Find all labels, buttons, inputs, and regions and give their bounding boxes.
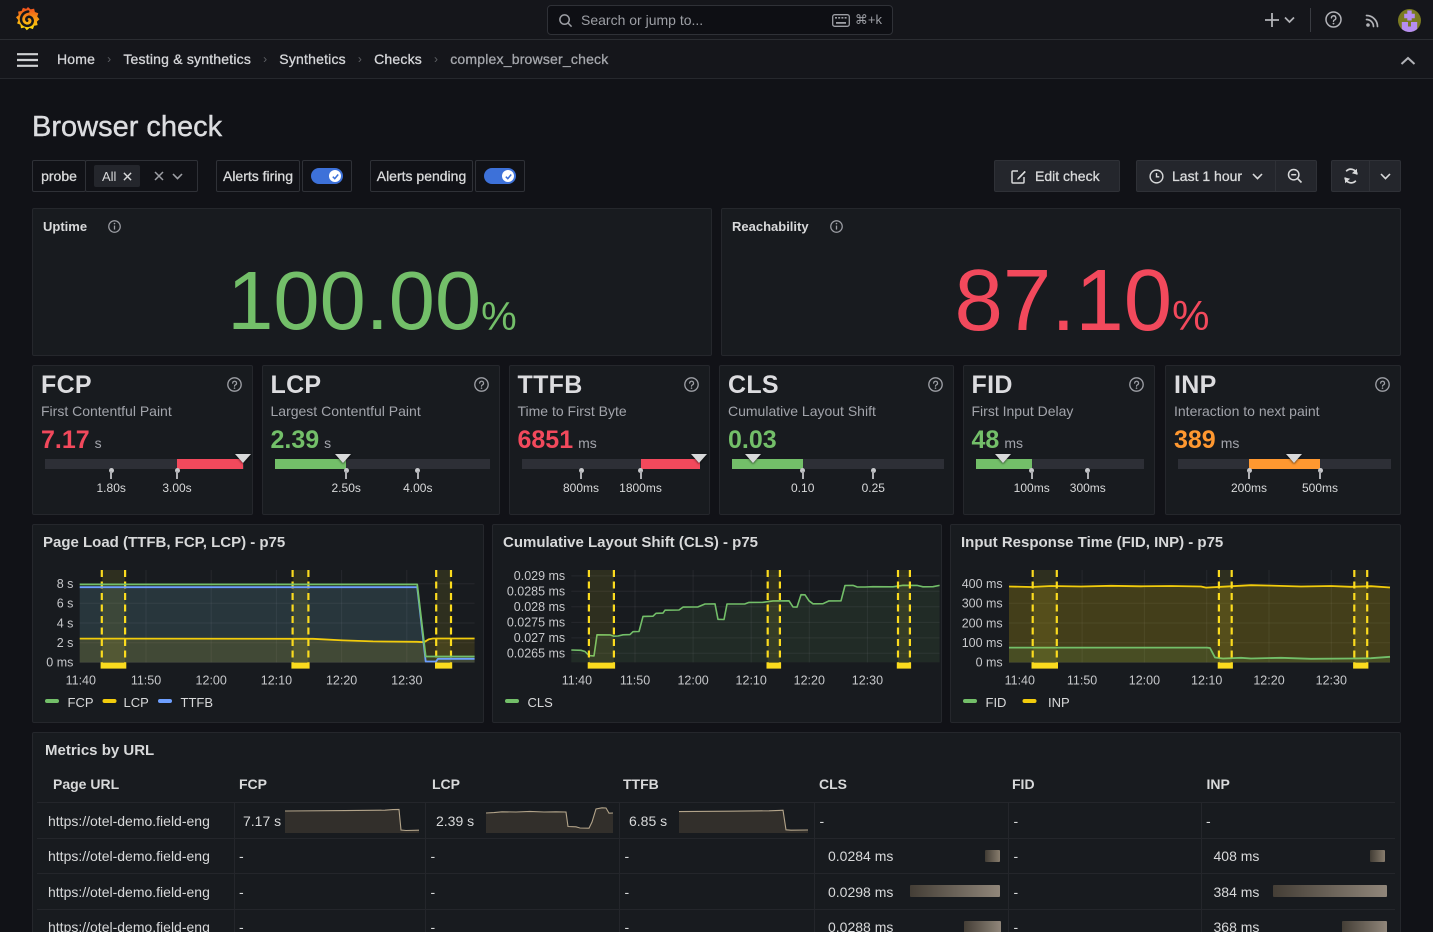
svg-text:LCP: LCP — [124, 695, 149, 710]
svg-text:11:40: 11:40 — [1005, 674, 1035, 688]
svg-text:100 ms: 100 ms — [962, 636, 1003, 650]
svg-text:0.029 ms: 0.029 ms — [514, 569, 565, 583]
svg-text:TTFB: TTFB — [181, 695, 214, 710]
svg-text:0.0275 ms: 0.0275 ms — [507, 616, 565, 630]
svg-text:12:30: 12:30 — [391, 674, 422, 688]
svg-text:11:50: 11:50 — [131, 674, 161, 688]
svg-text:0.028 ms: 0.028 ms — [514, 600, 565, 614]
svg-text:FCP: FCP — [68, 695, 94, 710]
svg-text:12:10: 12:10 — [1191, 674, 1222, 688]
svg-text:2 s: 2 s — [57, 636, 74, 650]
svg-text:200 ms: 200 ms — [962, 616, 1003, 630]
svg-text:0 ms: 0 ms — [976, 656, 1003, 670]
svg-text:400 ms: 400 ms — [962, 577, 1003, 591]
svg-text:300 ms: 300 ms — [962, 597, 1003, 611]
svg-text:11:50: 11:50 — [620, 674, 650, 688]
svg-text:FID: FID — [986, 695, 1007, 710]
svg-text:12:30: 12:30 — [1316, 674, 1347, 688]
svg-text:12:00: 12:00 — [677, 674, 708, 688]
svg-text:0.027 ms: 0.027 ms — [514, 631, 565, 645]
svg-text:12:00: 12:00 — [1129, 674, 1160, 688]
svg-text:12:20: 12:20 — [326, 674, 357, 688]
svg-text:11:40: 11:40 — [66, 674, 96, 688]
svg-text:INP: INP — [1048, 695, 1070, 710]
svg-text:12:10: 12:10 — [736, 674, 767, 688]
svg-text:6 s: 6 s — [57, 597, 74, 611]
svg-text:4 s: 4 s — [57, 616, 74, 630]
svg-text:12:20: 12:20 — [794, 674, 825, 688]
svg-text:12:20: 12:20 — [1253, 674, 1284, 688]
svg-text:12:30: 12:30 — [852, 674, 883, 688]
svg-text:8 s: 8 s — [57, 577, 74, 591]
svg-text:11:40: 11:40 — [562, 674, 592, 688]
svg-text:0.0265 ms: 0.0265 ms — [507, 647, 565, 661]
svg-text:12:10: 12:10 — [261, 674, 292, 688]
svg-text:12:00: 12:00 — [196, 674, 227, 688]
svg-text:0 ms: 0 ms — [46, 656, 73, 670]
svg-text:0.0285 ms: 0.0285 ms — [507, 585, 565, 599]
svg-text:11:50: 11:50 — [1067, 674, 1097, 688]
svg-text:CLS: CLS — [528, 695, 554, 710]
